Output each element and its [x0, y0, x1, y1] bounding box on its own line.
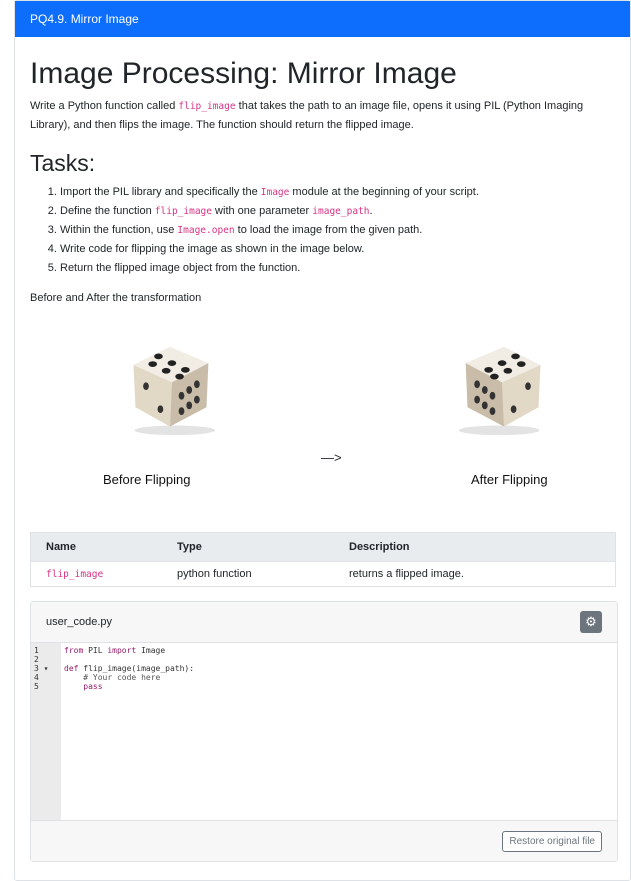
gear-icon: ⚙: [585, 614, 597, 629]
task-item: Define the function flip_image with one …: [60, 202, 615, 221]
page-title: Image Processing: Mirror Image: [30, 57, 457, 90]
column-header-type: Type: [162, 532, 334, 562]
task-item: Import the PIL library and specifically …: [60, 183, 615, 202]
restore-original-file-button[interactable]: Restore original file: [502, 830, 602, 852]
dice-before-image: [133, 346, 216, 436]
after-flipping-caption: After Flipping: [471, 472, 548, 487]
intro-paragraph: Write a Python function called flip_imag…: [30, 100, 584, 131]
editor-header: user_code.py ⚙: [31, 602, 617, 643]
before-after-label: Before and After the transformation: [30, 292, 202, 304]
code-area[interactable]: 123 ▾ 4 5 from PIL import Image def flip_i…: [31, 643, 617, 820]
task-item: Return the flipped image object from the…: [60, 259, 615, 278]
table-row: flip_image python function returns a fli…: [30, 561, 616, 587]
question-card: PQ4.9. Mirror Image Image Processing: Mi…: [14, 0, 631, 881]
column-header-description: Description: [334, 532, 616, 562]
before-flipping-caption: Before Flipping: [103, 472, 191, 487]
cell-name: flip_image: [46, 569, 104, 580]
question-title: PQ4.9. Mirror Image: [30, 12, 139, 26]
editor-footer: Restore original file: [31, 820, 617, 861]
code-editor-panel: user_code.py ⚙ 123 ▾ 4 5 from PIL import I…: [30, 601, 618, 862]
code-text[interactable]: from PIL import Image def flip_image(ima…: [61, 643, 617, 820]
arrow-label: —>: [321, 450, 342, 465]
column-header-name: Name: [30, 532, 162, 562]
table-header-row: Name Type Description: [30, 532, 616, 562]
editor-filename: user_code.py: [46, 616, 113, 628]
tasks-heading: Tasks:: [30, 150, 96, 176]
task-item: Write code for flipping the image as sho…: [60, 240, 615, 259]
transformation-figure: Before Flipping —> After Flipping: [30, 312, 615, 522]
settings-button[interactable]: ⚙: [580, 611, 602, 633]
task-item: Within the function, use Image.open to l…: [60, 221, 615, 240]
line-number-gutter: 123 ▾ 4 5: [31, 643, 61, 820]
cell-description: returns a flipped image.: [334, 561, 616, 587]
cell-type: python function: [162, 561, 334, 587]
tasks-list: Import the PIL library and specifically …: [30, 183, 615, 278]
question-header: PQ4.9. Mirror Image: [15, 1, 630, 37]
dice-after-image: [458, 346, 541, 436]
inline-code: flip_image: [178, 101, 236, 112]
function-spec-table: Name Type Description flip_image python …: [30, 532, 616, 587]
